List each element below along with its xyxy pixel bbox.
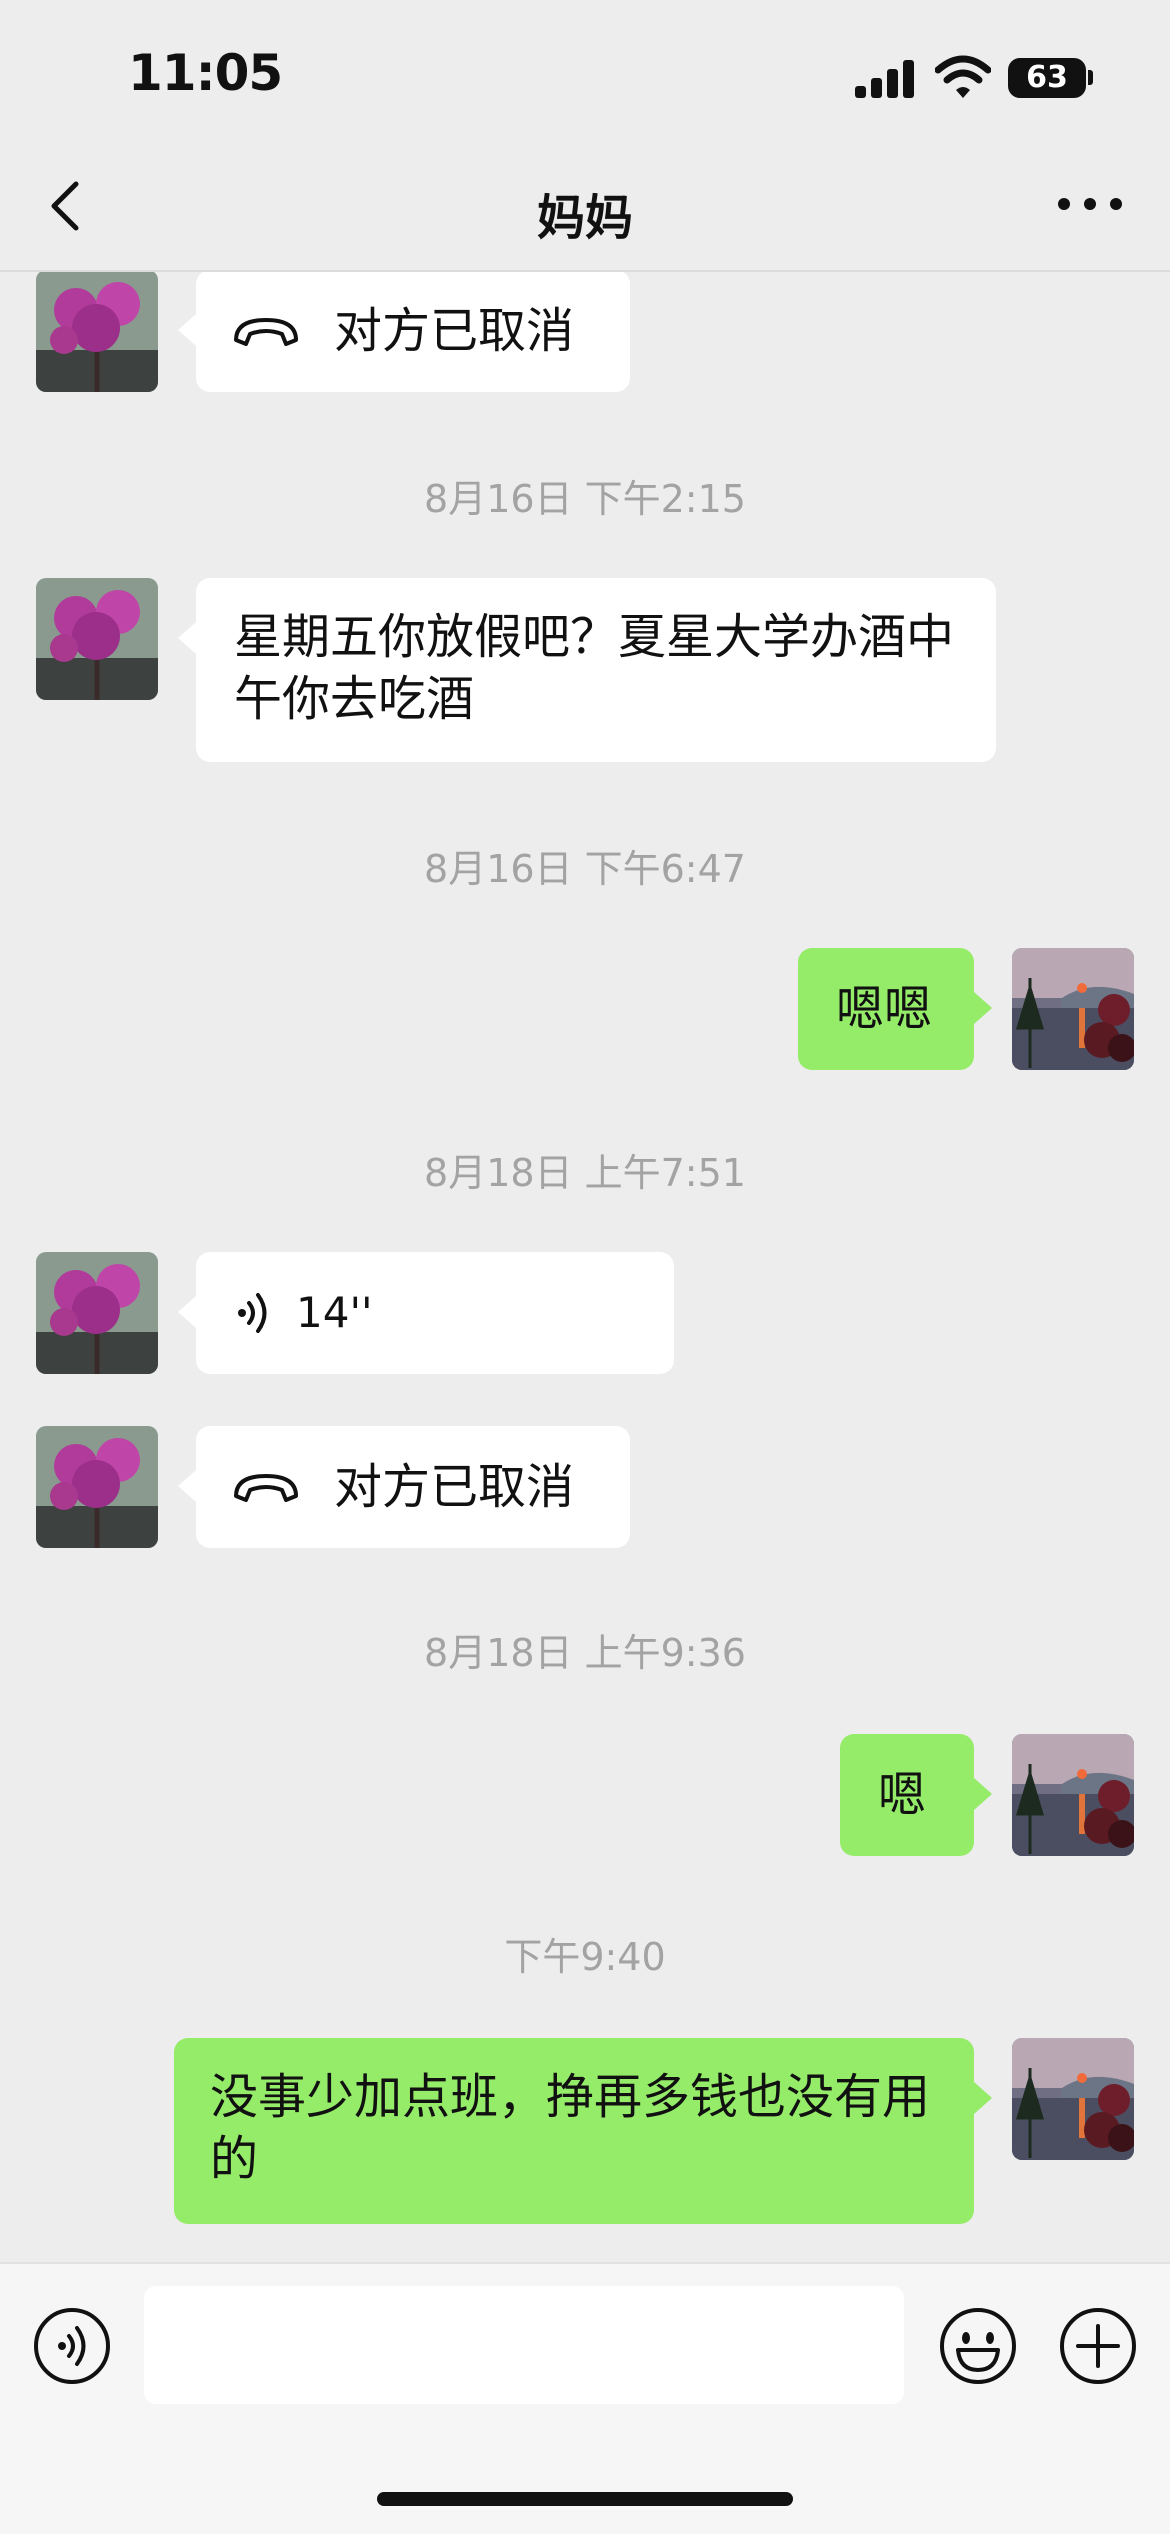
outgoing-text-message[interactable]: 嗯 — [840, 1734, 992, 1856]
status-time: 11:05 — [128, 44, 283, 102]
user-avatar[interactable] — [1012, 948, 1134, 1070]
user-avatar[interactable] — [1012, 1734, 1134, 1856]
chat-header: 妈妈 — [0, 150, 1170, 272]
phone-hangup-icon — [234, 318, 298, 346]
wifi-icon — [935, 55, 991, 98]
home-indicator — [377, 2492, 793, 2506]
contact-avatar[interactable] — [36, 1252, 158, 1374]
battery-tip — [1088, 70, 1093, 85]
incoming-text-message[interactable]: 星期五你放假吧？夏星大学办酒中午你去吃酒 — [178, 578, 996, 762]
voice-message[interactable]: 14'' — [178, 1252, 674, 1374]
chat-title: 妈妈 — [536, 190, 633, 246]
contact-avatar[interactable] — [36, 1426, 158, 1548]
outgoing-text-message[interactable]: 嗯嗯 — [798, 948, 992, 1070]
contact-avatar[interactable] — [36, 578, 158, 700]
message-text: 对方已取消 — [334, 1459, 575, 1515]
contact-avatar[interactable] — [36, 272, 158, 392]
plus-circle-icon[interactable] — [1058, 2306, 1138, 2386]
input-bar — [0, 2262, 1170, 2534]
voice-wave-icon — [238, 1293, 267, 1333]
call-cancelled-message[interactable]: 对方已取消 — [178, 272, 630, 392]
message-text: 没事少加点班，挣再多钱也没有用的 — [210, 2069, 931, 2187]
message-text: 嗯嗯 — [836, 981, 933, 1037]
message-timestamp: 8月16日 下午6:47 — [424, 847, 746, 891]
more-dots-icon[interactable] — [1050, 174, 1130, 234]
cellular-signal-icon — [855, 58, 917, 98]
status-bar: 11:05 63 — [0, 0, 1170, 150]
voice-duration: 14'' — [296, 1288, 373, 1337]
message-timestamp: 8月18日 上午9:36 — [424, 1631, 746, 1675]
battery-indicator: 63 — [1008, 58, 1086, 98]
voice-input-icon[interactable] — [32, 2306, 112, 2386]
message-text: 嗯 — [878, 1767, 927, 1823]
call-cancelled-message[interactable]: 对方已取消 — [178, 1426, 630, 1548]
message-timestamp: 8月18日 上午7:51 — [424, 1151, 746, 1195]
phone-hangup-icon — [234, 1474, 298, 1502]
message-timestamp: 下午9:40 — [504, 1935, 666, 1979]
message-timestamp: 8月16日 下午2:15 — [424, 477, 746, 521]
message-list[interactable]: 对方已取消 8月16日 下午2:15 星期五你放假吧？夏星大学办酒中午你去吃酒 … — [0, 272, 1170, 2262]
emoji-icon[interactable] — [938, 2306, 1018, 2386]
message-text: 星期五你放假吧？夏星大学办酒中午你去吃酒 — [234, 609, 955, 727]
message-text: 对方已取消 — [334, 303, 575, 359]
outgoing-text-message[interactable]: 没事少加点班，挣再多钱也没有用的 — [174, 2038, 992, 2224]
message-input[interactable] — [144, 2286, 904, 2404]
user-avatar[interactable] — [1012, 2038, 1134, 2160]
